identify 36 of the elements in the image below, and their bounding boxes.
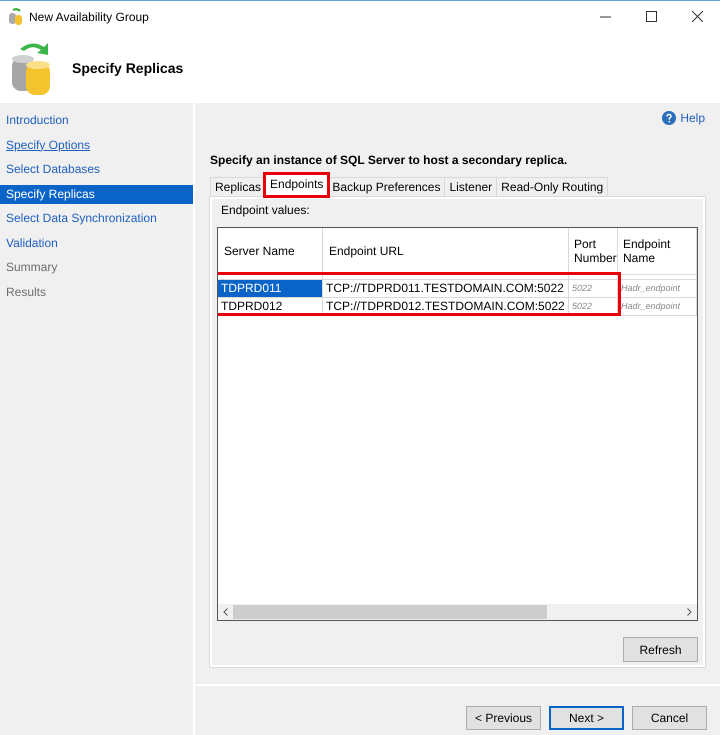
table-cell: 5022 [569,297,618,316]
scroll-thumb[interactable] [233,605,548,619]
tab[interactable]: Read-Only Routing [496,177,608,196]
table-cell: TCP://TDPRD012.TESTDOMAIN.COM:5022 [323,297,569,316]
table-cell: Hadr_endpoint [618,279,697,298]
refresh-button[interactable]: Refresh [623,637,698,662]
scroll-left-icon[interactable] [223,608,228,616]
column-header[interactable]: Port Number [569,228,618,275]
tab[interactable]: Backup Preferences [327,177,446,196]
table-cell: Hadr_endpoint [618,297,697,316]
instruction-text: Specify an instance of SQL Server to host a secondary replica. [210,153,568,167]
app-icon [8,8,24,26]
panel-label: Endpoint values: [221,203,311,217]
wizard-button[interactable]: Next > [549,706,624,730]
sidebar-item[interactable]: Select Databases [0,160,193,179]
column-header[interactable]: Endpoint Name [618,228,697,275]
table-cell[interactable]: TDPRD012 [218,297,323,316]
scroll-right-icon[interactable] [687,608,692,616]
sidebar-item[interactable]: Specify Options [0,136,193,154]
table-cell[interactable]: TDPRD011 [218,279,323,298]
tab[interactable]: Endpoints [265,174,328,196]
help-icon [662,111,676,125]
help-link[interactable]: Help [662,111,705,125]
table-cell: TCP://TDPRD011.TESTDOMAIN.COM:5022 [323,279,569,298]
column-header[interactable]: Endpoint URL [323,228,569,275]
table-cell: 5022 [569,279,618,298]
sidebar-item[interactable]: Specify Replicas [0,184,193,204]
column-header[interactable]: Server Name [218,228,323,275]
sidebar-item[interactable]: Introduction [0,111,193,130]
sidebar-item[interactable]: Validation [0,234,193,252]
page-title: Specify Replicas [72,60,184,76]
window-title: New Availability Group [29,10,149,24]
wizard-button[interactable]: < Previous [466,706,541,730]
wizard-button[interactable]: Cancel [632,706,707,730]
sidebar-item[interactable]: Select Data Synchronization [0,209,193,228]
horizontal-scrollbar[interactable] [218,604,697,620]
